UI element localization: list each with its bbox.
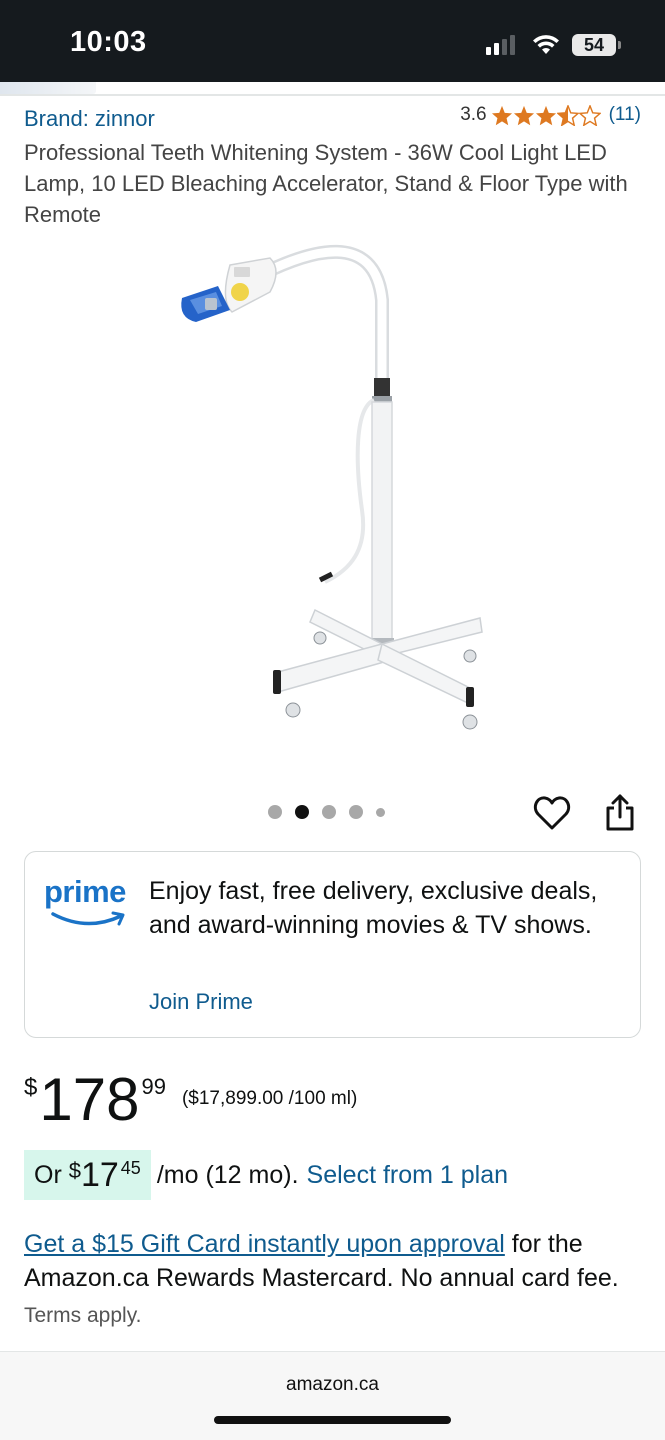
star-half-icon: [556, 104, 579, 126]
price-whole: 178: [39, 1066, 140, 1133]
rating-stars: [491, 104, 601, 126]
select-plan-link[interactable]: Select from 1 plan: [307, 1161, 509, 1190]
share-icon[interactable]: [604, 793, 636, 833]
carousel-dot[interactable]: [268, 805, 282, 819]
price-fraction: 99: [141, 1074, 166, 1099]
wifi-icon: [533, 35, 559, 54]
rating-value: 3.6: [460, 104, 487, 125]
monthly-currency: $: [68, 1158, 81, 1183]
star-full-icon: [513, 105, 534, 125]
browser-bottom-bar: amazon.ca: [0, 1351, 665, 1440]
price-block: $ 178 99 ($17,899.00 /100 ml): [24, 1066, 357, 1134]
prime-promo-card[interactable]: prime Enjoy fast, free delivery, exclusi…: [24, 851, 641, 1038]
prime-smile-icon: [51, 911, 125, 926]
monthly-fraction: 45: [120, 1158, 141, 1178]
carousel-dot-active[interactable]: [295, 805, 309, 819]
price-currency: $: [24, 1074, 38, 1101]
status-bar: 10:03 54: [0, 0, 665, 82]
battery-icon: 54: [572, 34, 616, 56]
cellular-signal-icon: [486, 35, 520, 55]
previous-thumbnail[interactable]: [0, 82, 96, 94]
carousel-dot[interactable]: [376, 807, 385, 817]
image-carousel-dots[interactable]: [268, 805, 385, 819]
previous-section-strip: [0, 82, 665, 96]
star-full-icon: [535, 105, 556, 125]
home-indicator[interactable]: [214, 1416, 451, 1424]
rating-count: (11): [608, 104, 641, 125]
monthly-plan-row: Or $ 17 45 /mo (12 mo). Select from 1 pl…: [24, 1150, 508, 1200]
prime-logo: prime: [44, 874, 126, 909]
gift-card-link[interactable]: Get a $15 Gift Card instantly upon appro…: [24, 1230, 505, 1258]
status-time: 10:03: [70, 26, 147, 58]
unit-price: ($17,899.00 /100 ml): [181, 1088, 358, 1109]
rating[interactable]: 3.6 (11): [460, 104, 641, 126]
monthly-whole: 17: [80, 1155, 119, 1194]
product-image[interactable]: [160, 230, 510, 750]
carousel-dot[interactable]: [349, 805, 363, 819]
terms-apply[interactable]: Terms apply.: [24, 1304, 141, 1327]
star-empty-icon: [578, 104, 601, 126]
monthly-prefix: Or: [34, 1160, 69, 1189]
join-prime-link[interactable]: Join Prime: [149, 989, 253, 1015]
gift-card-offer: Get a $15 Gift Card instantly upon appro…: [24, 1227, 634, 1333]
battery-cap: [618, 41, 621, 49]
product-title: Professional Teeth Whitening System - 36…: [24, 140, 628, 227]
brand-link[interactable]: Brand: zinnor: [24, 106, 155, 132]
carousel-dot[interactable]: [322, 805, 336, 819]
monthly-term: /mo (12 mo).: [156, 1160, 299, 1189]
monthly-price-badge: Or $ 17 45: [24, 1150, 151, 1200]
star-full-icon: [491, 105, 512, 125]
prime-message: Enjoy fast, free delivery, exclusive dea…: [149, 877, 598, 939]
address-bar-url[interactable]: amazon.ca: [0, 1374, 665, 1396]
heart-icon[interactable]: [533, 795, 571, 831]
